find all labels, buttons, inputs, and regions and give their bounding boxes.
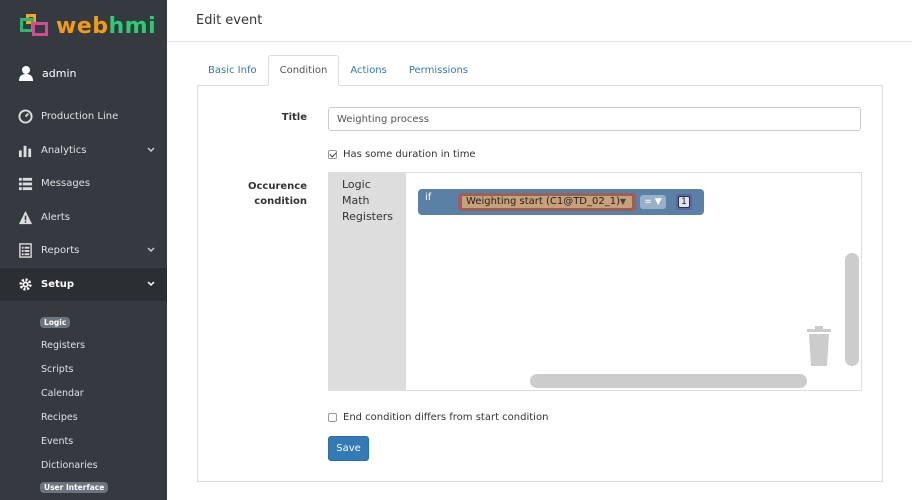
nav-item-reports[interactable]: Reports: [0, 234, 167, 268]
horizontal-scrollbar[interactable]: [530, 374, 807, 388]
nav-label: Messages: [41, 178, 91, 190]
condition-label-line2: condition: [254, 196, 307, 207]
if-label: if: [425, 192, 432, 203]
list-icon: [18, 178, 33, 191]
toolbox-logic[interactable]: Logic: [329, 177, 406, 193]
gear-icon: [19, 278, 32, 291]
nav-label: Reports: [41, 245, 80, 257]
user-interface-badge: User Interface: [40, 482, 109, 493]
duration-label: Has some duration in time: [343, 149, 476, 160]
webhmi-logo-icon: [20, 14, 52, 38]
setup-submenu: Logic Registers Scripts Calendar Recipes…: [0, 301, 167, 493]
logo[interactable]: webhmi: [0, 0, 167, 52]
register-dropdown[interactable]: Weighting start (C1@TD_02_1) ▼: [461, 195, 633, 209]
end-condition-checkbox[interactable]: [328, 413, 337, 422]
blockly-toolbox: Logic Math Registers: [329, 173, 406, 390]
tab-permissions[interactable]: Permissions: [398, 55, 479, 86]
nav-label: Alerts: [41, 211, 71, 223]
sub-item-registers[interactable]: Registers: [0, 334, 167, 358]
end-condition-label: End condition differs from start conditi…: [343, 412, 549, 423]
title-label: Title: [281, 112, 307, 123]
bar-chart-icon: [18, 145, 32, 157]
title-value: Weighting process: [337, 113, 429, 125]
register-block[interactable]: Weighting start (C1@TD_02_1) ▼: [458, 193, 636, 211]
chevron-down-icon: [147, 247, 155, 253]
report-icon: [19, 243, 32, 259]
sub-item-dictionaries[interactable]: Dictionaries: [0, 454, 167, 478]
save-button[interactable]: Save: [328, 436, 369, 461]
tab-condition[interactable]: Condition: [267, 55, 340, 86]
sub-item-recipes[interactable]: Recipes: [0, 406, 167, 430]
dashboard-icon: [18, 109, 33, 124]
blockly-workspace[interactable]: if Weighting start (C1@TD_02_1) ▼ = ▼ 1: [406, 173, 861, 390]
trash-icon[interactable]: [805, 325, 833, 367]
chevron-down-icon: [147, 280, 155, 286]
condition-label-line1: Occurence: [247, 181, 307, 192]
sub-item-scripts[interactable]: Scripts: [0, 358, 167, 382]
main-content: Edit event Basic Info Condition Actions …: [167, 0, 912, 500]
vertical-scrollbar[interactable]: [845, 253, 859, 366]
sub-item-events[interactable]: Events: [0, 430, 167, 454]
chevron-down-icon: [147, 146, 155, 152]
logic-badge: Logic: [40, 317, 71, 328]
nav-item-production-line[interactable]: Production Line: [0, 100, 167, 134]
duration-checkbox-row[interactable]: Has some duration in time: [328, 149, 476, 160]
user-icon: [19, 66, 33, 81]
tab-actions[interactable]: Actions: [339, 55, 398, 86]
warning-icon: [18, 210, 33, 224]
nav-item-analytics[interactable]: Analytics: [0, 134, 167, 168]
number-field[interactable]: 1: [678, 196, 690, 208]
operator-dropdown[interactable]: = ▼: [640, 195, 666, 209]
sub-item-calendar[interactable]: Calendar: [0, 382, 167, 406]
user-name: admin: [42, 66, 77, 80]
tab-basic-info[interactable]: Basic Info: [197, 55, 268, 86]
tab-bar: Basic Info Condition Actions Permissions: [197, 55, 479, 86]
page-title: Edit event: [167, 0, 912, 42]
number-block[interactable]: 1: [676, 194, 692, 210]
nav-label: Analytics: [41, 144, 87, 156]
register-name: Weighting start (C1@TD_02_1): [466, 196, 620, 207]
logo-text: webhmi: [56, 13, 157, 39]
duration-checkbox[interactable]: [328, 150, 337, 159]
title-input[interactable]: Weighting process: [328, 107, 861, 131]
nav-item-alerts[interactable]: Alerts: [0, 201, 167, 235]
end-condition-checkbox-row[interactable]: End condition differs from start conditi…: [328, 412, 548, 423]
if-block[interactable]: if Weighting start (C1@TD_02_1) ▼ = ▼ 1: [418, 189, 704, 215]
nav-item-messages[interactable]: Messages: [0, 167, 167, 201]
toolbox-registers[interactable]: Registers: [329, 209, 406, 225]
user-menu[interactable]: admin: [0, 52, 167, 94]
dropdown-arrow-icon: ▼: [619, 197, 626, 206]
nav-label: Setup: [41, 278, 75, 290]
nav-item-setup[interactable]: Setup: [0, 267, 167, 301]
sidebar: webhmi admin Production Line Analytics M…: [0, 0, 167, 500]
blockly-editor[interactable]: Logic Math Registers if Weighting start …: [328, 172, 862, 391]
condition-label: Occurence condition: [227, 179, 307, 209]
toolbox-math[interactable]: Math: [329, 193, 406, 209]
nav-label: Production Line: [41, 111, 119, 123]
